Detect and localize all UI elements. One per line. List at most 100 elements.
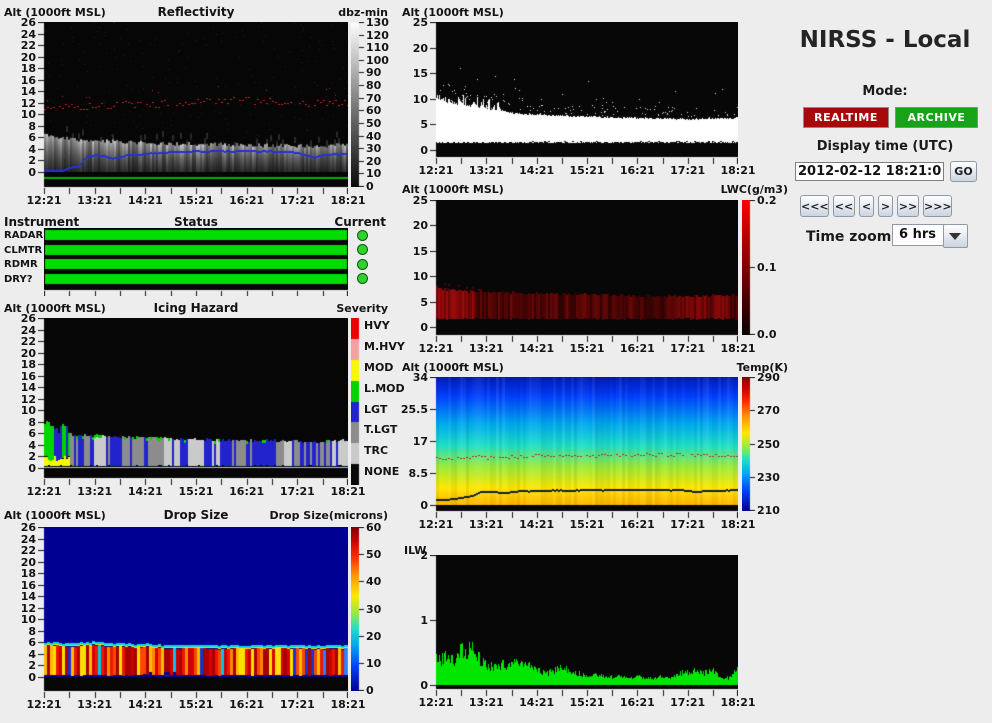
x-tick-label: 13:21 <box>77 194 113 207</box>
x-tick-label: 12:21 <box>418 696 454 709</box>
y-tick-label: 18 <box>20 62 36 76</box>
y-tick-label: 26 <box>20 312 36 325</box>
y-tick-label: 6 <box>28 427 36 441</box>
y-tick-label: 0 <box>420 499 428 512</box>
y-tick-label: 24 <box>20 27 36 41</box>
y-tick-label: 34 <box>412 371 428 384</box>
instrument-row-label: RDMR <box>4 259 38 270</box>
go-button[interactable]: GO <box>950 161 977 182</box>
reflectivity-plot <box>38 22 348 195</box>
y-tick-label: 16 <box>20 369 36 383</box>
y-tick-label: 0 <box>28 166 36 179</box>
y-tick-label: 0 <box>28 671 36 684</box>
x-tick-label: 16:21 <box>229 194 265 207</box>
x-tick-label: 18:21 <box>330 194 366 207</box>
colorbar-tick-label: 10 <box>366 167 382 180</box>
y-tick-label: 22 <box>20 39 36 53</box>
x-tick-label: 17:21 <box>279 485 315 498</box>
x-tick-label: 17:21 <box>279 698 315 711</box>
icing-hazard-colorbar <box>351 318 365 485</box>
jump-backward-button[interactable]: <<< <box>800 195 829 217</box>
y-tick-label: 24 <box>20 532 36 546</box>
x-tick-label: 16:21 <box>619 164 655 177</box>
y-tick-label: 18 <box>20 567 36 581</box>
x-tick-label: 14:21 <box>127 194 163 207</box>
x-tick-label: 16:21 <box>619 696 655 709</box>
x-tick-label: 18:21 <box>720 342 756 355</box>
forward-button[interactable]: > <box>878 195 893 217</box>
y-tick-label: 25.5 <box>400 403 428 416</box>
x-tick-label: 13:21 <box>468 696 504 709</box>
reflectivity-title: Reflectivity <box>157 5 235 19</box>
step-backward-button[interactable]: << <box>833 195 855 217</box>
y-tick-label: 8 <box>28 119 36 133</box>
colorbar-tick-label: 0.2 <box>757 194 777 207</box>
x-tick-label: 14:21 <box>127 485 163 498</box>
time-zoom-select[interactable]: 6 hrs <box>892 224 944 246</box>
y-tick-label: 26 <box>20 521 36 534</box>
colorbar-tick-label: 0.1 <box>757 261 777 274</box>
colorbar-tick-label: 210 <box>757 504 780 517</box>
x-tick-label: 13:21 <box>77 698 113 711</box>
jump-forward-button[interactable]: >>> <box>923 195 952 217</box>
cloud-mask-plot <box>430 22 738 165</box>
display-time-input[interactable] <box>795 162 944 181</box>
x-tick-label: 15:21 <box>569 164 605 177</box>
temperature-plot <box>430 377 738 519</box>
page-title: NIRSS - Local <box>799 27 971 53</box>
y-tick-label: 20 <box>20 346 36 360</box>
drop-size-colorbar <box>351 527 365 691</box>
x-tick-label: 12:21 <box>26 194 62 207</box>
colorbar-tick-label: 50 <box>366 548 382 561</box>
back-button[interactable]: < <box>859 195 874 217</box>
y-tick-label: 15 <box>412 244 428 258</box>
lwc-colorbar <box>742 200 756 335</box>
x-tick-label: 15:21 <box>178 698 214 711</box>
y-tick-label: 8.5 <box>408 467 429 480</box>
y-tick-label: 2 <box>28 450 36 464</box>
colorbar-tick-label: 50 <box>366 117 382 130</box>
colorbar-tick-label: 60 <box>366 104 382 117</box>
x-tick-label: 15:21 <box>178 194 214 207</box>
colorbar-tick-label: 290 <box>757 371 780 384</box>
x-tick-label: 15:21 <box>569 342 605 355</box>
y-tick-label: 5 <box>420 118 428 132</box>
colorbar-tick-label: 0.0 <box>757 328 777 341</box>
time-zoom-dropdown-button[interactable] <box>943 224 968 248</box>
realtime-button[interactable]: REALTIME <box>803 107 889 128</box>
y-tick-label: 4 <box>28 647 36 661</box>
step-forward-button[interactable]: >> <box>897 195 919 217</box>
x-tick-label: 15:21 <box>569 518 605 531</box>
y-tick-label: 22 <box>20 335 36 349</box>
current-header: Current <box>334 215 386 229</box>
y-tick-label: 15 <box>412 67 428 81</box>
x-tick-label: 12:21 <box>418 518 454 531</box>
y-tick-label: 0 <box>420 144 428 157</box>
x-tick-label: 17:21 <box>279 194 315 207</box>
y-tick-label: 10 <box>20 613 36 627</box>
icing-hazard-plot <box>38 318 348 486</box>
y-tick-label: 26 <box>20 16 36 29</box>
display-time-label: Display time (UTC) <box>816 139 954 154</box>
colorbar-tick-label: 250 <box>757 438 780 451</box>
y-tick-label: 0 <box>420 679 428 692</box>
archive-button[interactable]: ARCHIVE <box>895 107 978 128</box>
y-tick-label: 10 <box>412 270 428 284</box>
lwc-plot <box>430 200 738 343</box>
y-tick-label: 20 <box>20 555 36 569</box>
colorbar-tick-label: 80 <box>366 79 382 92</box>
status-indicator <box>357 230 368 241</box>
colorbar-tick-label: 0 <box>366 684 374 697</box>
y-tick-label: 25 <box>412 194 428 207</box>
x-tick-label: 12:21 <box>26 485 62 498</box>
nirss-dashboard: Alt (1000ft MSL) Reflectivity dbz-min In… <box>0 0 992 723</box>
time-zoom-label: Time zoom: <box>806 229 897 245</box>
y-tick-label: 14 <box>20 590 36 604</box>
x-tick-label: 18:21 <box>720 164 756 177</box>
chevron-down-icon <box>949 233 961 240</box>
time-zoom-value: 6 hrs <box>899 227 936 242</box>
x-tick-label: 18:21 <box>720 696 756 709</box>
x-tick-label: 17:21 <box>670 696 706 709</box>
x-tick-label: 18:21 <box>720 518 756 531</box>
x-tick-label: 17:21 <box>670 518 706 531</box>
